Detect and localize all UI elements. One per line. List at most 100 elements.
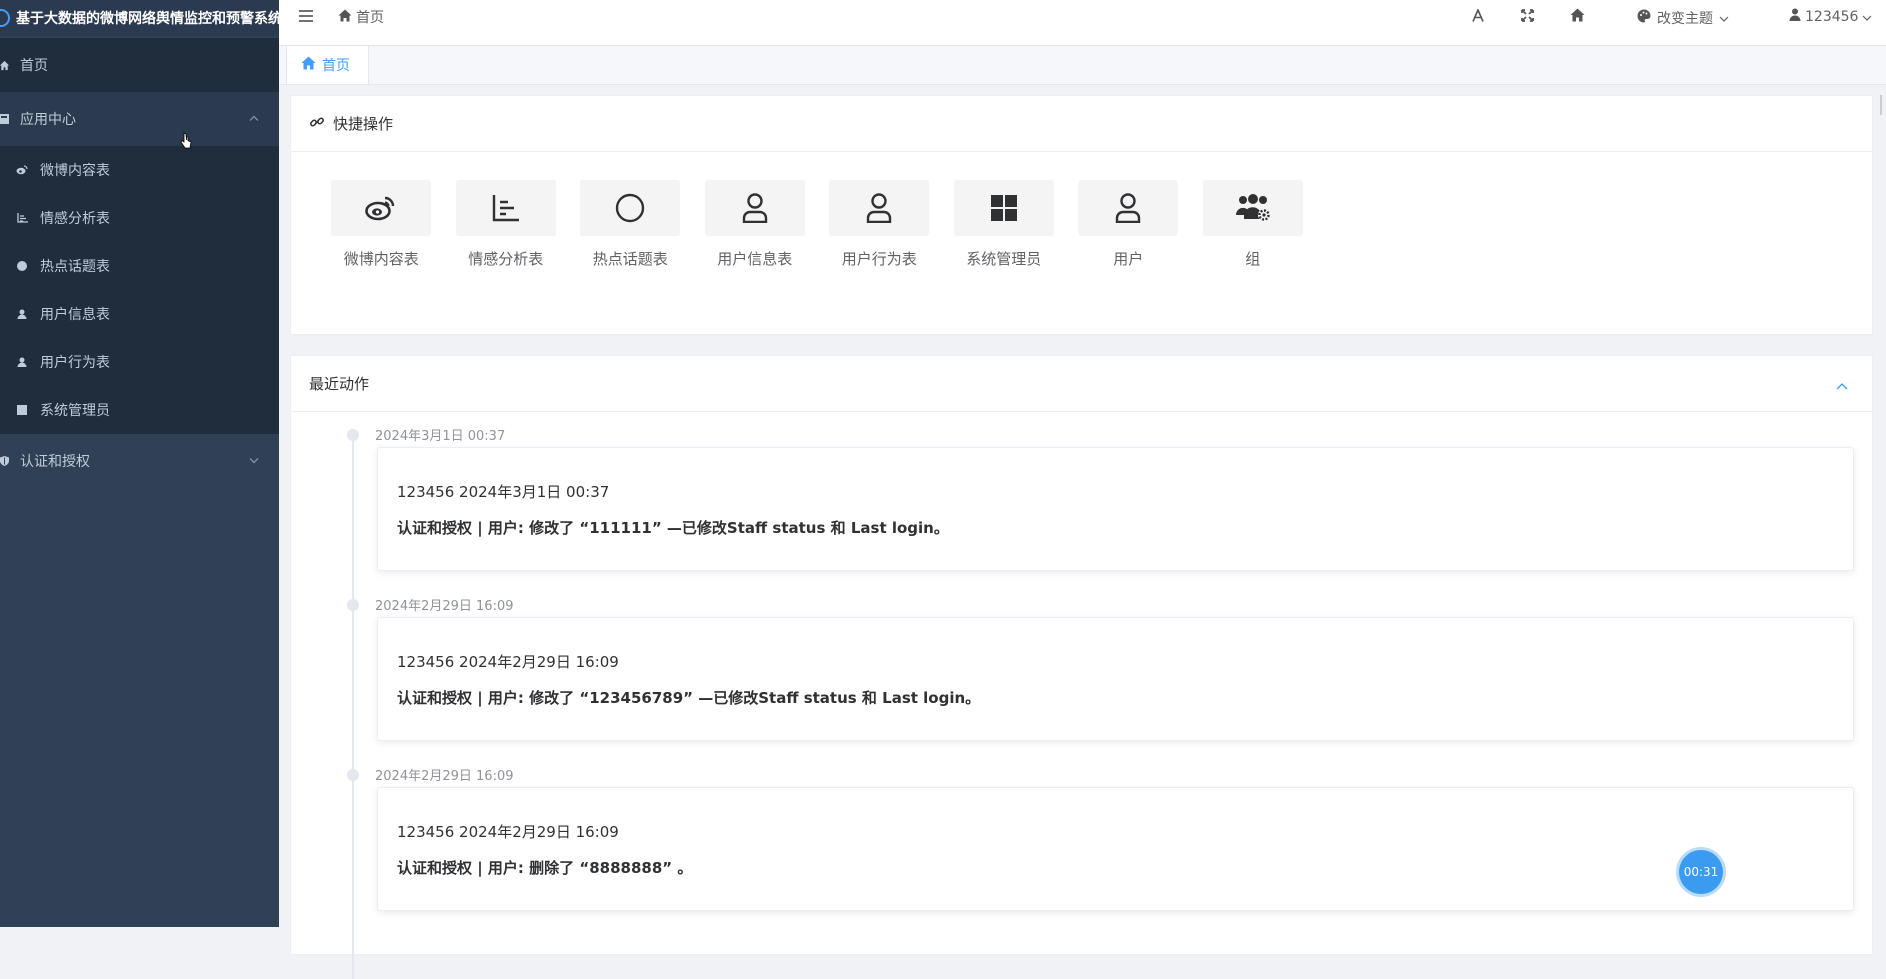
circle-icon [16,261,28,271]
shortcut-hot-topics[interactable]: 热点话题表 [568,180,693,269]
timeline-card: 123456 2024年2月29日 16:09 认证和授权 | 用户: 修改了 … [377,617,1854,741]
breadcrumb-home[interactable]: 首页 [356,7,384,27]
app-title: 基于大数据的微博网络舆情监控和预警系统 [16,11,279,27]
shortcut-user[interactable]: 用户 [1066,180,1191,269]
timeline-line [352,439,354,979]
tab-home[interactable]: 首页 [286,46,369,84]
sidebar-item-label: 系统管理员 [40,403,110,419]
chevron-up-icon[interactable] [1836,376,1848,394]
shortcut-user-behavior[interactable]: 用户行为表 [817,180,942,269]
sidebar-item-label: 微博内容表 [40,163,110,179]
theme-label: 改变主题 [1657,11,1713,27]
sidebar-item-label: 用户信息表 [40,307,110,323]
timeline-time: 2024年3月1日 00:37 [375,429,506,444]
timeline-dot [347,599,359,611]
user-icon [1789,8,1801,25]
user-icon [829,180,930,236]
breadcrumb: 首页 [338,7,384,27]
timeline-card: 123456 2024年2月29日 16:09 认证和授权 | 用户: 删除了 … [377,787,1854,911]
chevron-down-icon [1862,9,1872,25]
tab-label: 首页 [322,58,350,74]
shortcut-label: 情感分析表 [468,250,544,268]
sidebar-group-label: 认证和授权 [20,454,90,470]
timeline-dot [347,769,359,781]
shortcut-sentiment[interactable]: 情感分析表 [444,180,569,269]
user-name: 123456 [1805,8,1859,25]
link-icon [309,114,325,134]
top-header: 首页 改变主题 123456 [279,0,1886,46]
chevron-down-icon [1719,10,1729,26]
sidebar-item-user-info[interactable]: 用户信息表 [0,290,279,338]
timeline-card: 123456 2024年3月1日 00:37 认证和授权 | 用户: 修改了 “… [377,447,1854,571]
shortcut-list: 微博内容表 情感分析表 热点话题表 用户信息表 用户行为表 系统管理员 用户 组 [319,180,1315,269]
mouse-cursor-icon [180,132,192,154]
timeline-time: 2024年2月29日 16:09 [375,599,514,614]
shortcut-user-info[interactable]: 用户信息表 [693,180,818,269]
shortcut-label: 组 [1245,250,1261,268]
sidebar-item-sentiment[interactable]: 情感分析表 [0,194,279,242]
square-icon [16,405,28,415]
sidebar-item-home[interactable]: 首页 [0,38,279,92]
chart-icon [455,180,556,236]
sidebar-item-label: 首页 [20,58,48,74]
sidebar-group-auth[interactable]: 认证和授权 [0,434,279,488]
theme-selector[interactable]: 改变主题 [1637,8,1729,28]
card-title: 快捷操作 [333,115,394,133]
shortcut-label: 微博内容表 [343,250,419,268]
home-icon [338,9,352,26]
action-description: 认证和授权 | 用户: 修改了 “123456789” —已修改Staff st… [397,689,981,707]
shortcut-label: 热点话题表 [592,250,668,268]
sidebar-group-app-center[interactable]: 应用中心 [0,92,279,146]
sidebar-item-sys-admin[interactable]: 系统管理员 [0,386,279,434]
windows-icon [953,180,1054,236]
shortcut-label: 系统管理员 [966,250,1042,268]
shortcut-label: 用户 [1113,250,1144,268]
card-title: 最近动作 [309,375,370,393]
hamburger-icon[interactable] [299,6,313,27]
brand: 基于大数据的微博网络舆情监控和预警系统 [0,0,279,36]
quick-actions-header: 快捷操作 [291,96,1872,152]
sidebar-group-label: 应用中心 [20,112,76,128]
action-description: 认证和授权 | 用户: 删除了 “8888888” 。 [397,859,693,877]
circle-icon [580,180,681,236]
shortcut-group[interactable]: 组 [1191,180,1316,269]
quick-actions-card: 快捷操作 微博内容表 情感分析表 热点话题表 用户信息表 用户行为表 系统管理员… [290,95,1873,335]
timeline-dot [347,429,359,441]
shield-icon [0,456,10,466]
user-menu[interactable]: 123456 [1789,8,1872,25]
sidebar-item-user-behavior[interactable]: 用户行为表 [0,338,279,386]
tags-view-bar: 首页 [279,46,1886,85]
shortcut-weibo-content[interactable]: 微博内容表 [319,180,444,269]
action-meta: 123456 2024年3月1日 00:37 [397,483,610,501]
shortcut-label: 用户行为表 [841,250,917,268]
chevron-down-icon [249,456,259,467]
home-icon [301,56,316,74]
user-icon [1078,180,1179,236]
font-size-icon[interactable] [1472,7,1484,26]
sidebar-item-label: 用户行为表 [40,355,110,371]
submenu-app-center: 微博内容表 情感分析表 热点话题表 用户信息表 用户行为表 系统管理员 [0,146,279,434]
scrollbar[interactable] [1880,95,1882,115]
timer-badge[interactable]: 00:31 [1679,850,1723,894]
fullscreen-icon[interactable] [1521,8,1534,26]
sidebar-item-label: 热点话题表 [40,259,110,275]
home-icon[interactable] [1570,8,1585,26]
recent-actions-header: 最近动作 [291,356,1872,412]
sidebar: 基于大数据的微博网络舆情监控和预警系统 首页 应用中心 微博内容表 情感分析表 [0,0,279,927]
app-icon [0,114,10,124]
sidebar-item-label: 情感分析表 [40,211,110,227]
shortcut-sys-admin[interactable]: 系统管理员 [942,180,1067,269]
weibo-icon [331,180,432,236]
chart-icon [16,213,28,223]
home-icon [0,60,10,71]
recent-actions-card: 最近动作 2024年3月1日 00:37 123456 2024年3月1日 00… [290,355,1873,979]
logo-icon [0,9,10,27]
sidebar-item-weibo-content[interactable]: 微博内容表 [0,146,279,194]
sidebar-item-hot-topics[interactable]: 热点话题表 [0,242,279,290]
weibo-icon [16,165,28,175]
shortcut-label: 用户信息表 [717,250,793,268]
timeline-time: 2024年2月29日 16:09 [375,769,514,784]
user-icon [704,180,805,236]
user-icon [16,357,28,367]
palette-icon [1637,9,1651,27]
